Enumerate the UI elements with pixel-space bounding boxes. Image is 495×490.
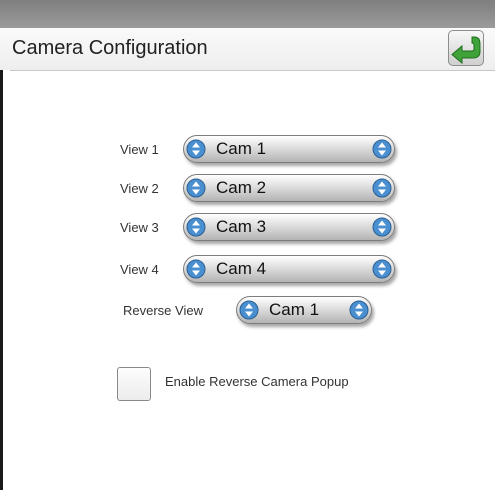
reverse-view-value: Cam 1 [269,300,320,319]
enable-reverse-popup-checkbox[interactable] [117,367,151,401]
camera-configuration-screen: Camera Configuration View 1 Cam 1 View 2 [0,0,495,490]
view-2-label: View 2 [120,181,159,196]
page-title: Camera Configuration [12,37,208,59]
top-status-strip [0,0,495,28]
header-bar: Camera Configuration [0,28,495,71]
view-1-dropdown[interactable]: Cam 1 [183,135,395,163]
spinner-arrows-icon [186,178,206,198]
view-3-row: View 3 Cam 3 [120,213,400,243]
spinner-arrows-icon [372,217,392,237]
view-3-dropdown[interactable]: Cam 3 [183,213,395,241]
view-4-label: View 4 [120,262,159,277]
view-1-value: Cam 1 [216,139,267,158]
view-4-dropdown[interactable]: Cam 4 [183,255,395,283]
view-4-value: Cam 4 [216,259,267,278]
spinner-arrows-icon [186,139,206,159]
reverse-view-dropdown[interactable]: Cam 1 [236,296,372,324]
view-4-row: View 4 Cam 4 [120,255,400,285]
spinner-arrows-icon [186,217,206,237]
enable-reverse-popup-label: Enable Reverse Camera Popup [165,374,349,389]
reverse-view-row: Reverse View Cam 1 [123,296,378,326]
spinner-arrows-icon [239,300,259,320]
back-arrow-icon [449,31,483,65]
spinner-arrows-icon [372,139,392,159]
spinner-arrows-icon [372,259,392,279]
view-3-value: Cam 3 [216,217,267,236]
back-button[interactable] [448,30,484,66]
view-1-label: View 1 [120,142,159,157]
view-3-label: View 3 [120,220,159,235]
reverse-view-label: Reverse View [123,303,203,318]
view-2-value: Cam 2 [216,178,267,197]
view-2-dropdown[interactable]: Cam 2 [183,174,395,202]
left-frame-border [0,70,10,490]
spinner-arrows-icon [186,259,206,279]
spinner-arrows-icon [349,300,369,320]
view-1-row: View 1 Cam 1 [120,135,400,165]
spinner-arrows-icon [372,178,392,198]
view-2-row: View 2 Cam 2 [120,174,400,204]
